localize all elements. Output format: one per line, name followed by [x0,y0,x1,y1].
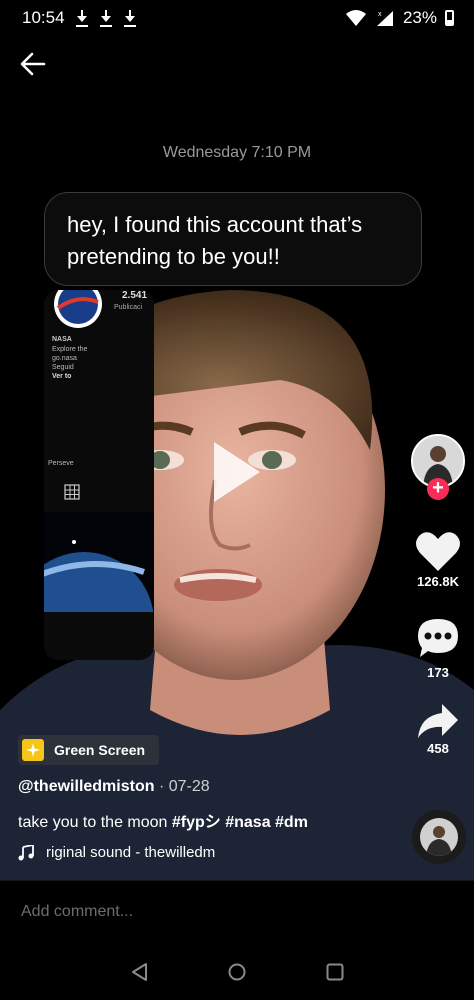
sound-name: riginal sound - thewilledm [46,844,216,861]
grid-icon [64,484,80,500]
screenshot-bio: Explore the [52,346,88,353]
effect-label: Green Screen [54,742,146,758]
battery-percent: 23% [402,8,437,27]
screenshot-stat: 2.541 [122,290,148,301]
screenshot-bio: Seguid [52,364,74,371]
share-count: 458 [427,741,449,756]
comment-bar[interactable]: Add comment... [0,880,474,944]
share-button[interactable] [414,700,462,744]
share-icon [418,704,458,738]
nav-back-icon[interactable] [130,962,150,982]
disc-avatar [420,818,458,856]
download-icon [99,9,113,27]
post-date: · 07-28 [154,778,210,795]
message-timestamp: Wednesday 7:10 PM [162,144,312,161]
screenshot-name: NASA [52,336,72,343]
sound-disc[interactable] [412,810,466,864]
back-button[interactable] [18,50,54,80]
signal-icon: x [376,11,393,26]
nav-recents-icon[interactable] [325,962,345,982]
nav-home-icon[interactable] [227,962,247,982]
nasa-logo-icon [54,290,102,328]
profile-screenshot: 2.541 Publicaci NASA Explore the go.nasa… [44,290,154,660]
comment-button[interactable] [414,616,462,660]
post-author[interactable]: @thewilledmiston · 07-28 [18,778,210,796]
comment-icon [418,619,458,657]
status-right: x 23% [345,8,454,28]
svg-text:x: x [378,11,382,18]
music-note-icon [18,844,34,860]
caption-text: take you to the moon [18,814,172,831]
earth-thumbnail [44,512,154,612]
effect-tag[interactable]: Green Screen [18,735,160,765]
post-caption: take you to the moon #fypシ #nasa #dm [18,808,308,832]
comment-count: 173 [427,665,449,680]
message-bubble: hey, I found this account that’s pretend… [44,192,422,286]
like-button[interactable] [414,529,462,573]
screenshot-stat-label: Publicaci [114,304,143,311]
back-arrow-icon [20,52,46,76]
screenshot-story: Perseve [48,460,74,467]
follow-button[interactable]: + [427,478,449,500]
comment-input[interactable]: Add comment... [21,903,133,921]
screenshot-bio: Ver to [52,373,72,380]
heart-icon [416,532,460,571]
sound-link[interactable]: riginal sound - thewilledm [18,844,215,861]
status-left: 10:54 [22,8,137,28]
username[interactable]: @thewilledmiston [18,778,155,795]
hashtags[interactable]: #fypシ #nasa #dm [172,814,308,831]
status-time: 10:54 [22,8,65,27]
sparkle-icon [22,739,44,761]
navigation-bar [0,944,474,1000]
screenshot-bio: go.nasa [52,355,77,362]
download-icon [75,9,89,27]
like-count: 126.8K [417,574,459,589]
play-icon[interactable] [214,442,260,502]
status-bar: 10:54 x 23% [0,0,474,36]
download-icon [123,9,137,27]
wifi-icon [345,10,366,26]
battery-icon [445,10,454,26]
